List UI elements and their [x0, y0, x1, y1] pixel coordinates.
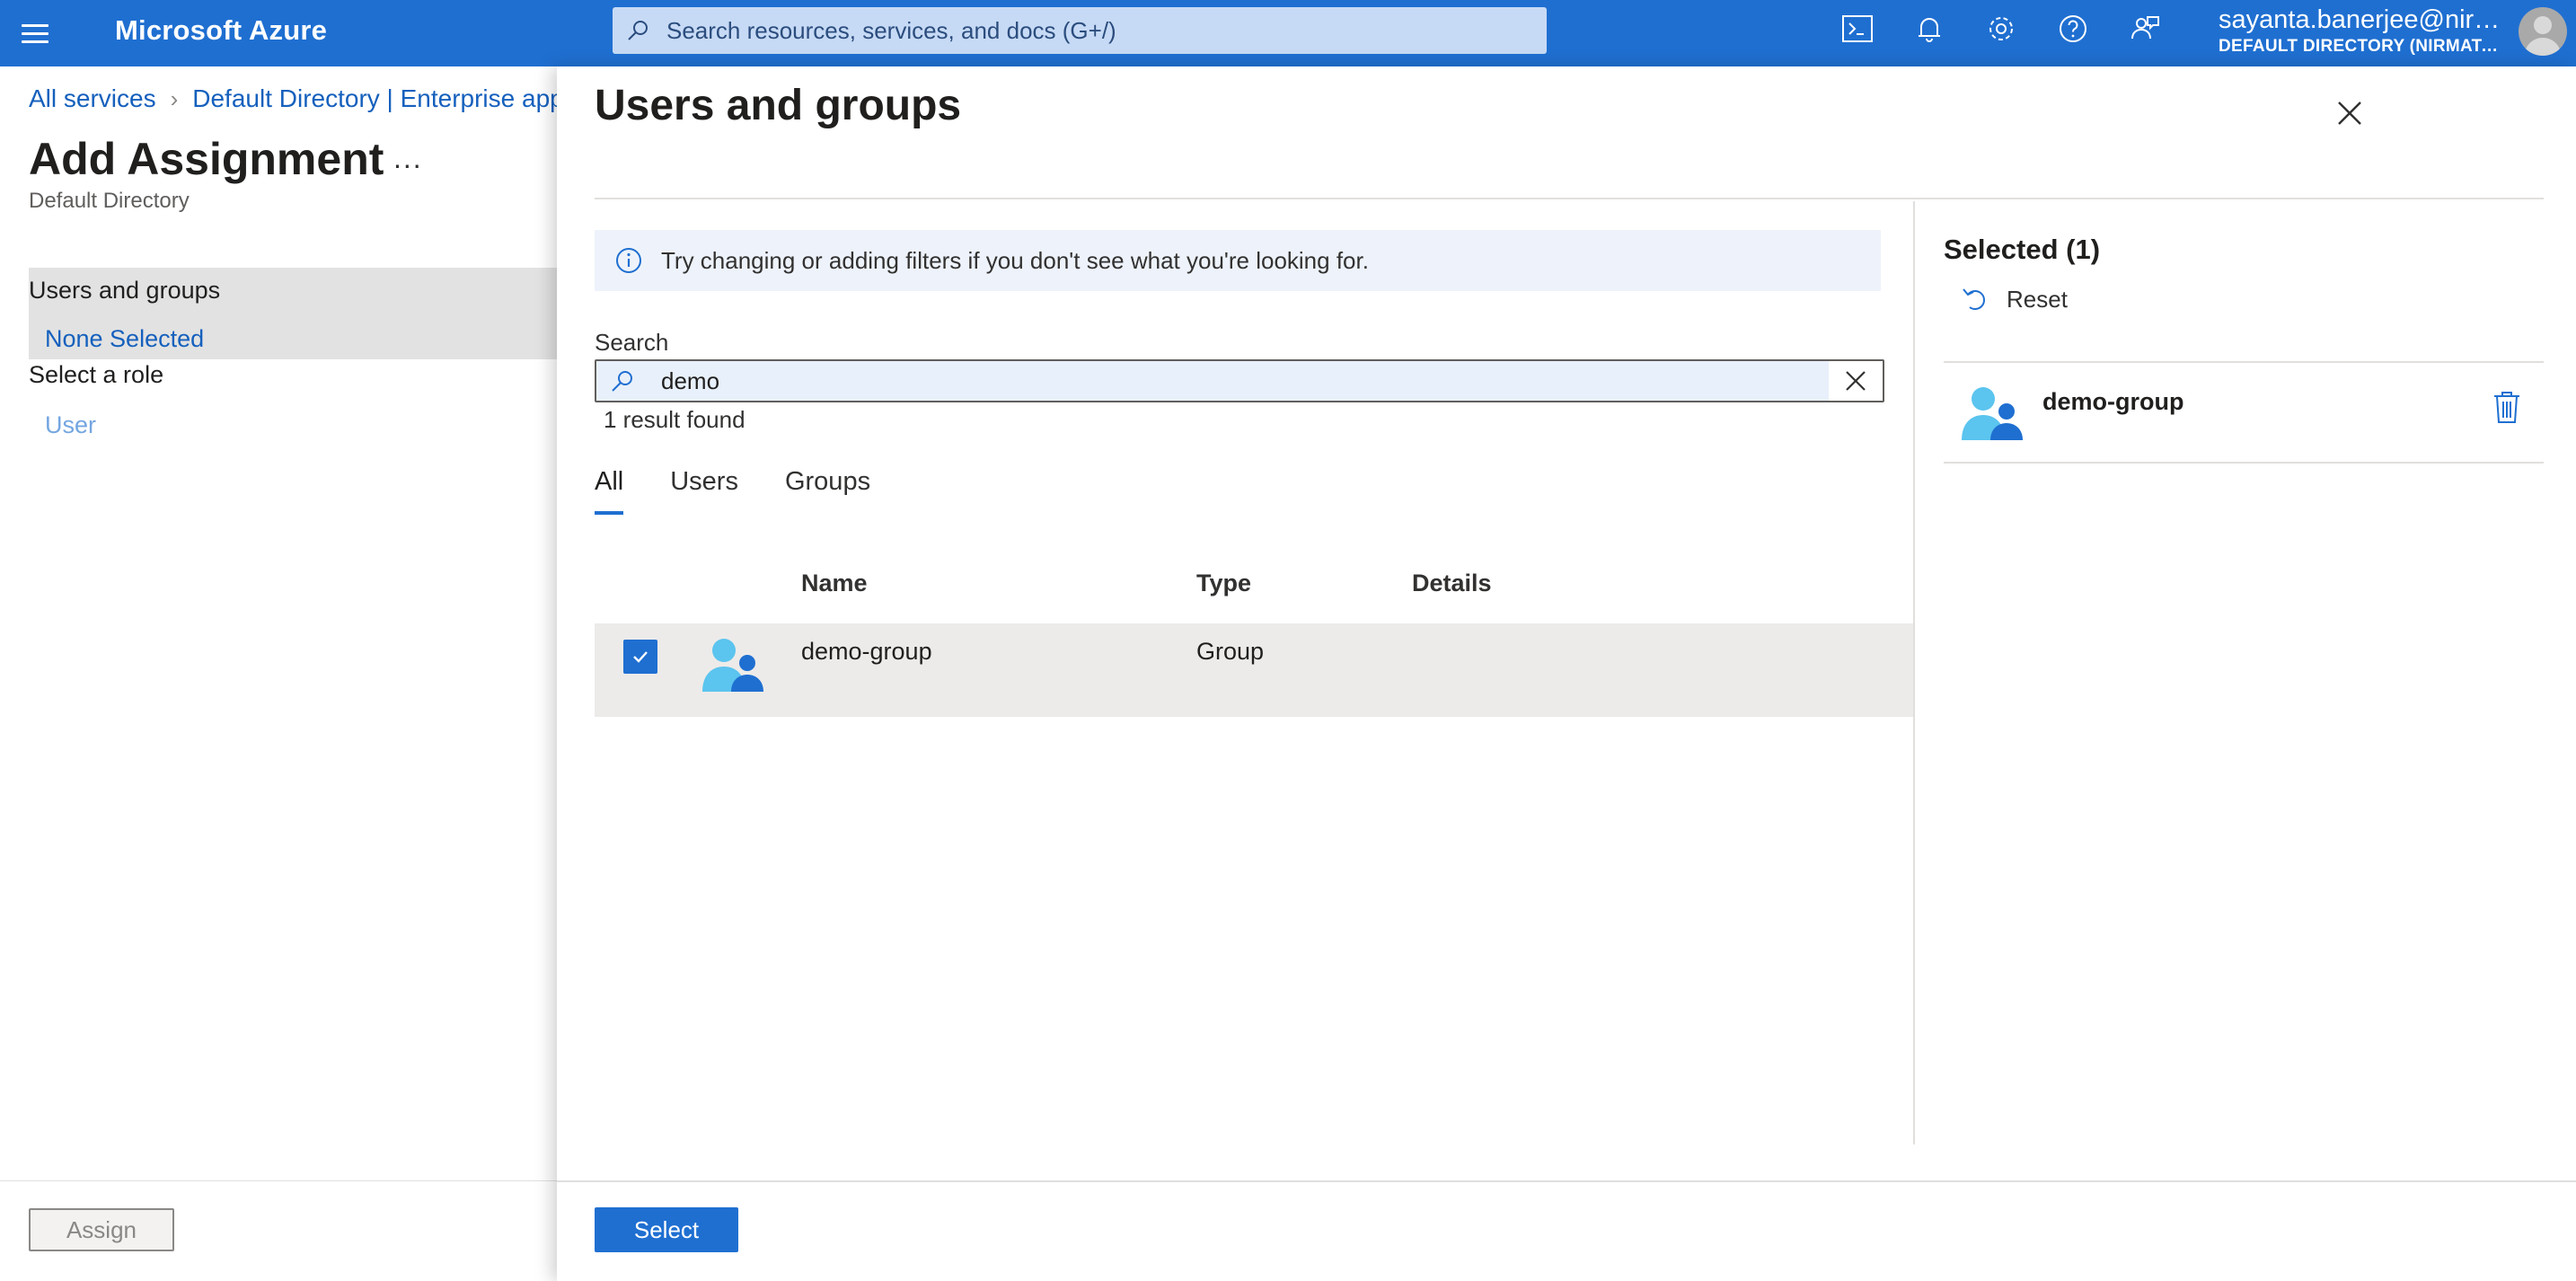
column-header-details[interactable]: Details — [1412, 570, 1492, 597]
top-bar: Microsoft Azure Search resources, servic… — [0, 0, 2576, 66]
top-icons — [1841, 13, 2161, 45]
global-search-input[interactable]: Search resources, services, and docs (G+… — [613, 7, 1547, 54]
table-row[interactable]: demo-group Group — [595, 623, 1915, 717]
row-checkbox[interactable] — [623, 640, 657, 674]
reset-label: Reset — [2007, 285, 2068, 313]
breadcrumb: All services › Default Directory | Enter… — [29, 84, 564, 113]
selected-item: demo-group — [1944, 365, 2544, 462]
info-bar: Try changing or adding filters if you do… — [595, 230, 1881, 291]
users-groups-panel: Users and groups Try changing or adding … — [557, 66, 2576, 1281]
column-header-type[interactable]: Type — [1196, 570, 1251, 597]
brand-title[interactable]: Microsoft Azure — [115, 14, 327, 47]
breadcrumb-all-services[interactable]: All services — [29, 84, 156, 113]
search-input[interactable]: demo — [595, 359, 1884, 402]
tab-groups[interactable]: Groups — [785, 467, 870, 515]
close-icon[interactable] — [2332, 95, 2368, 131]
row-type: Group — [1196, 638, 1265, 665]
account-info[interactable]: sayanta.banerjee@nirm... DEFAULT DIRECTO… — [2219, 5, 2506, 57]
avatar[interactable] — [2519, 7, 2567, 56]
help-icon[interactable] — [2057, 13, 2089, 45]
role-user-link[interactable]: User — [45, 411, 96, 439]
group-icon — [1962, 387, 2023, 440]
left-footer: Assign — [0, 1180, 557, 1281]
selected-divider-bottom — [1944, 462, 2544, 464]
breadcrumb-enterprise-app[interactable]: Default Directory | Enterprise app — [192, 84, 563, 113]
selected-title: Selected (1) — [1944, 234, 2101, 265]
search-label: Search — [595, 329, 669, 356]
hamburger-menu-icon[interactable] — [22, 18, 52, 49]
vertical-separator — [1913, 201, 1915, 1144]
filter-tabs: All Users Groups — [595, 467, 870, 515]
chevron-right-icon: › — [170, 84, 179, 112]
bell-icon[interactable] — [1913, 13, 1945, 45]
account-directory: DEFAULT DIRECTORY (NIRMATA... — [2219, 37, 2506, 56]
tab-users[interactable]: Users — [670, 467, 738, 515]
gear-icon[interactable] — [1985, 13, 2017, 45]
group-icon — [702, 639, 763, 692]
row-name: demo-group — [801, 638, 932, 665]
trash-icon[interactable] — [2492, 390, 2522, 424]
panel-divider — [595, 198, 2544, 199]
select-role-label: Select a role — [29, 361, 164, 388]
search-icon — [628, 21, 648, 40]
assign-button[interactable]: Assign — [29, 1208, 174, 1251]
page-title: Add Assignment — [29, 134, 384, 184]
column-header-name[interactable]: Name — [801, 570, 868, 597]
table-header: Name Type Details — [595, 570, 1915, 614]
tab-all[interactable]: All — [595, 467, 624, 515]
select-button[interactable]: Select — [595, 1207, 738, 1252]
panel-title: Users and groups — [595, 82, 962, 129]
undo-icon — [1963, 288, 1985, 310]
search-input-field[interactable]: demo — [596, 361, 1829, 401]
users-groups-label: Users and groups — [29, 277, 221, 304]
cloud-shell-icon[interactable] — [1841, 13, 1874, 45]
selected-divider-top — [1944, 361, 2544, 363]
info-icon — [616, 248, 641, 273]
account-name: sayanta.banerjee@nirm... — [2219, 5, 2506, 34]
info-text: Try changing or adding filters if you do… — [661, 246, 1369, 274]
search-value: demo — [661, 367, 720, 394]
reset-button[interactable]: Reset — [1960, 284, 2068, 314]
page-subtitle: Default Directory — [29, 189, 190, 213]
users-groups-section[interactable]: Users and groups None Selected — [29, 268, 557, 359]
result-count: 1 result found — [604, 406, 745, 433]
feedback-icon[interactable] — [2129, 13, 2161, 45]
search-placeholder: Search resources, services, and docs (G+… — [666, 16, 1116, 44]
selected-item-name: demo-group — [2042, 388, 2184, 415]
panel-footer: Select — [557, 1180, 2576, 1281]
search-icon — [612, 371, 632, 392]
more-options-icon[interactable]: ... — [393, 142, 423, 175]
left-blade: All services › Default Directory | Enter… — [0, 66, 564, 1281]
users-groups-none-selected-link[interactable]: None Selected — [45, 325, 204, 353]
clear-search-icon[interactable] — [1841, 367, 1870, 395]
checkmark-icon — [633, 651, 648, 663]
